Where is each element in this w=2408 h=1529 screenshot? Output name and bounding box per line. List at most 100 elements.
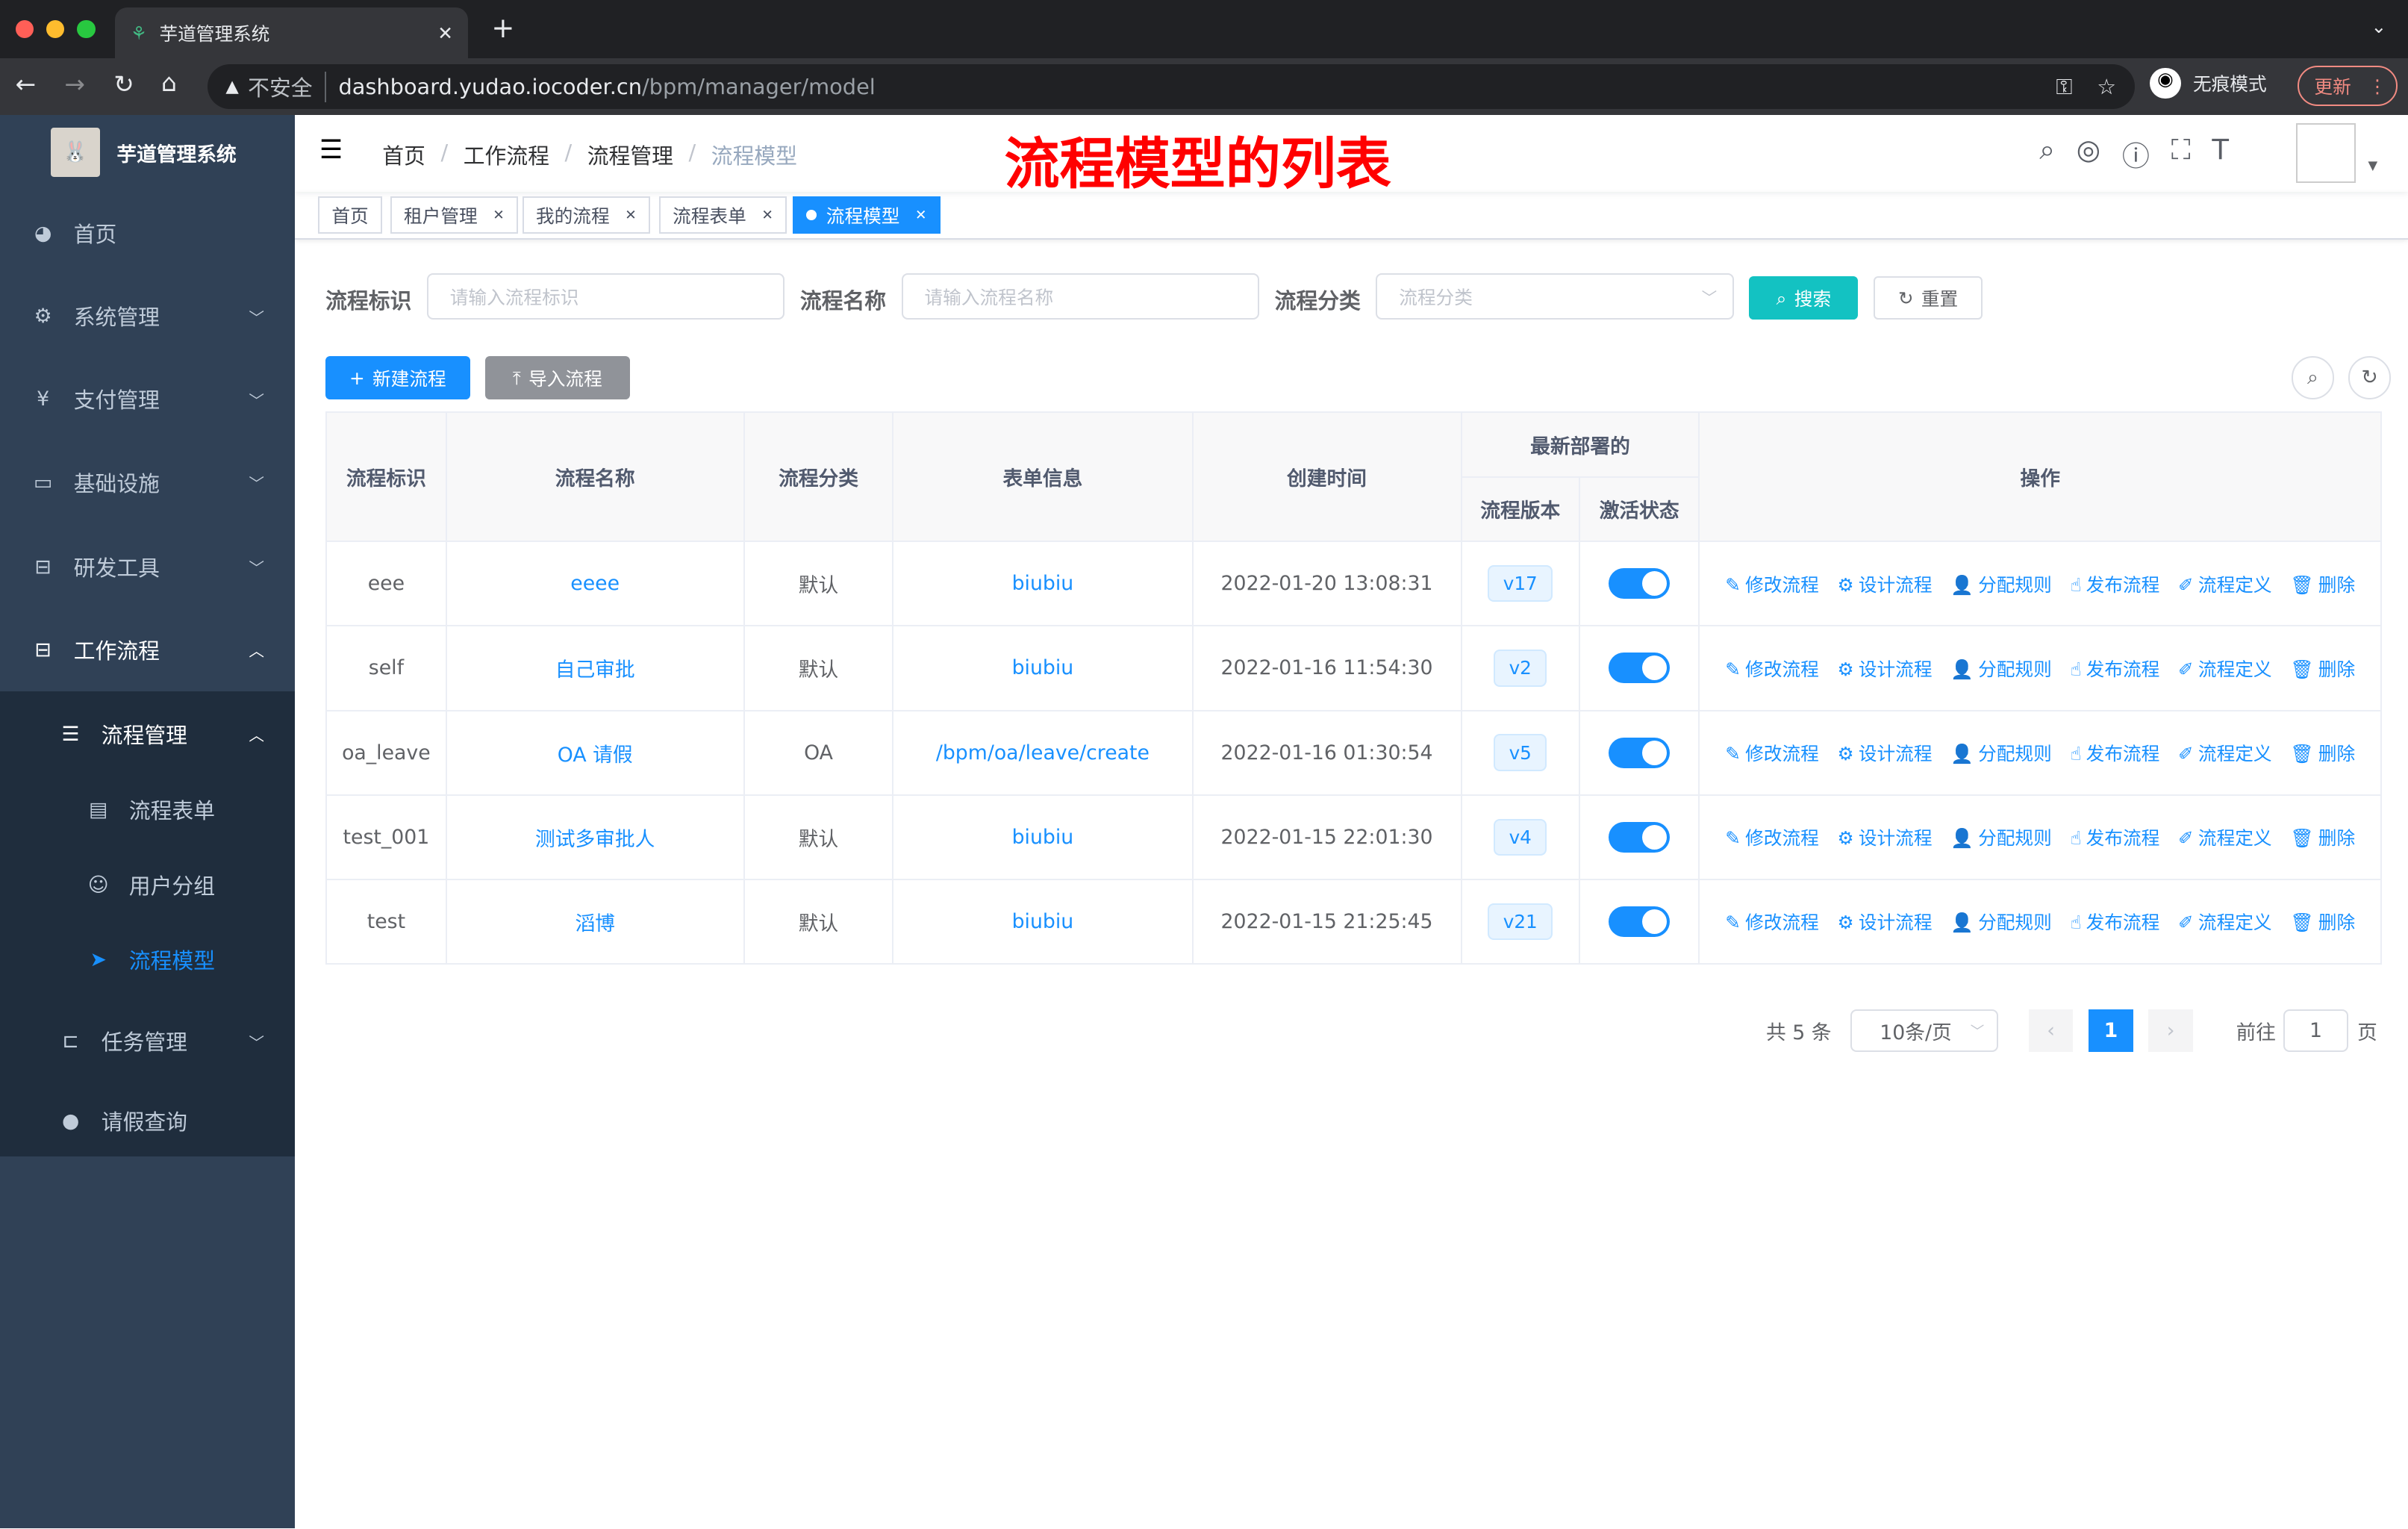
- github-icon[interactable]: ◎: [2077, 134, 2100, 174]
- sidebar-item-tool[interactable]: ⊟ 研发工具 ﹀: [0, 526, 295, 608]
- active-switch[interactable]: [1609, 653, 1671, 684]
- search-button[interactable]: ⌕ 搜索: [1749, 276, 1859, 320]
- hamburger-icon[interactable]: ☰: [319, 135, 343, 165]
- form-link[interactable]: /bpm/oa/leave/create: [936, 741, 1150, 764]
- assign-rule-button[interactable]: 👤 分配规则: [1950, 823, 2052, 850]
- close-icon[interactable]: ✕: [761, 208, 773, 223]
- search-icon[interactable]: ⌕: [2039, 134, 2055, 174]
- page-size-select[interactable]: 10条/页 ﹀: [1850, 1009, 1998, 1053]
- sidebar-item-infra[interactable]: ▭ 基础设施 ﹀: [0, 440, 295, 523]
- incognito-badge[interactable]: ◉ 无痕模式: [2150, 67, 2267, 99]
- home-icon[interactable]: ⌂: [161, 68, 177, 97]
- form-link[interactable]: biubiu: [1012, 572, 1074, 595]
- reload-icon[interactable]: ↻: [113, 69, 134, 99]
- edit-button[interactable]: ✎ 修改流程: [1725, 823, 1819, 850]
- back-icon[interactable]: ←: [16, 69, 37, 99]
- assign-rule-button[interactable]: 👤 分配规则: [1950, 908, 2052, 935]
- category-select[interactable]: 流程分类 ﹀: [1376, 273, 1734, 320]
- avatar[interactable]: [2295, 122, 2356, 183]
- design-button[interactable]: ⚙ 设计流程: [1838, 823, 1933, 850]
- sidebar-item-pay[interactable]: ¥ 支付管理 ﹀: [0, 358, 295, 440]
- import-button[interactable]: ⤒ 导入流程: [485, 356, 630, 399]
- star-icon[interactable]: ☆: [2097, 74, 2116, 99]
- sidebar-item-form[interactable]: ▤ 流程表单: [0, 773, 295, 847]
- deploy-button[interactable]: ☝ 发布流程: [2070, 570, 2159, 597]
- version-tag[interactable]: v5: [1494, 734, 1547, 771]
- design-button[interactable]: ⚙ 设计流程: [1838, 739, 1933, 766]
- search-toggle-icon[interactable]: ⌕: [2291, 356, 2335, 399]
- minimize-window-button[interactable]: [46, 19, 65, 39]
- active-switch[interactable]: [1609, 737, 1671, 768]
- tag-my-process[interactable]: 我的流程 ✕: [522, 196, 651, 234]
- design-button[interactable]: ⚙ 设计流程: [1838, 908, 1933, 935]
- sidebar-item-group[interactable]: ☺ 用户分组: [0, 848, 295, 922]
- model-name-link[interactable]: OA 请假: [558, 744, 633, 767]
- form-link[interactable]: biubiu: [1012, 656, 1074, 679]
- breadcrumb-item[interactable]: 流程管理: [587, 140, 673, 170]
- definition-button[interactable]: ✐ 流程定义: [2178, 655, 2272, 682]
- fullscreen-icon[interactable]: ⛶: [2171, 134, 2191, 174]
- close-icon[interactable]: ✕: [493, 208, 505, 223]
- edit-button[interactable]: ✎ 修改流程: [1725, 908, 1819, 935]
- goto-input[interactable]: 1: [2283, 1009, 2348, 1053]
- new-tab-icon[interactable]: +: [491, 12, 514, 44]
- reset-button[interactable]: ↻ 重置: [1874, 276, 1983, 320]
- deploy-button[interactable]: ☝ 发布流程: [2070, 908, 2159, 935]
- prev-page-button[interactable]: ‹: [2028, 1009, 2074, 1053]
- deploy-button[interactable]: ☝ 发布流程: [2070, 823, 2159, 850]
- sidebar-item-leave[interactable]: ● 请假查询: [0, 1080, 295, 1162]
- create-button[interactable]: + 新建流程: [325, 356, 470, 399]
- tag-model[interactable]: 流程模型 ✕: [792, 196, 941, 234]
- sidebar-item-system[interactable]: ⚙ 系统管理 ﹀: [0, 275, 295, 358]
- breadcrumb-item[interactable]: 首页: [382, 140, 425, 170]
- definition-button[interactable]: ✐ 流程定义: [2178, 823, 2272, 850]
- help-icon[interactable]: ⓘ: [2122, 134, 2150, 174]
- close-icon[interactable]: ✕: [915, 208, 927, 223]
- tag-home[interactable]: 首页: [317, 196, 383, 234]
- close-window-button[interactable]: [15, 19, 34, 39]
- close-tab-icon[interactable]: ✕: [437, 22, 453, 44]
- version-tag[interactable]: v4: [1494, 818, 1547, 856]
- page-1-button[interactable]: 1: [2089, 1009, 2133, 1053]
- breadcrumb-item[interactable]: 工作流程: [464, 140, 549, 170]
- model-name-link[interactable]: 自己审批: [555, 658, 635, 682]
- delete-button[interactable]: 🗑 删除: [2290, 823, 2355, 850]
- deploy-button[interactable]: ☝ 发布流程: [2070, 739, 2159, 766]
- sidebar-item-bpm[interactable]: ⊟ 工作流程 ︿: [0, 608, 295, 691]
- tag-tenant[interactable]: 租户管理 ✕: [390, 196, 519, 234]
- tab-list-chevron-icon[interactable]: ⌄: [2371, 16, 2387, 37]
- design-button[interactable]: ⚙ 设计流程: [1838, 570, 1933, 597]
- key-icon[interactable]: ⚿: [2056, 74, 2072, 100]
- version-tag[interactable]: v17: [1488, 565, 1553, 602]
- delete-button[interactable]: 🗑 删除: [2290, 908, 2355, 935]
- version-tag[interactable]: v21: [1488, 903, 1553, 941]
- edit-button[interactable]: ✎ 修改流程: [1725, 655, 1819, 682]
- definition-button[interactable]: ✐ 流程定义: [2178, 739, 2272, 766]
- definition-button[interactable]: ✐ 流程定义: [2178, 908, 2272, 935]
- active-switch[interactable]: [1609, 821, 1671, 853]
- sidebar-item-home[interactable]: ◕ 首页: [0, 192, 295, 275]
- next-page-button[interactable]: ›: [2148, 1009, 2193, 1053]
- forward-icon[interactable]: →: [64, 69, 85, 99]
- design-button[interactable]: ⚙ 设计流程: [1838, 655, 1933, 682]
- close-icon[interactable]: ✕: [625, 208, 637, 223]
- version-tag[interactable]: v2: [1494, 650, 1547, 687]
- name-input[interactable]: 请输入流程名称: [901, 273, 1260, 320]
- update-button[interactable]: 更新 ⋮: [2297, 66, 2398, 106]
- delete-button[interactable]: 🗑 删除: [2290, 570, 2355, 597]
- caret-down-icon[interactable]: ▼: [2368, 158, 2378, 172]
- tag-form[interactable]: 流程表单 ✕: [658, 196, 787, 234]
- form-link[interactable]: biubiu: [1012, 826, 1074, 849]
- delete-button[interactable]: 🗑 删除: [2290, 739, 2355, 766]
- edit-button[interactable]: ✎ 修改流程: [1725, 570, 1819, 597]
- delete-button[interactable]: 🗑 删除: [2290, 655, 2355, 682]
- deploy-button[interactable]: ☝ 发布流程: [2070, 655, 2159, 682]
- edit-button[interactable]: ✎ 修改流程: [1725, 739, 1819, 766]
- browser-tab[interactable]: ⚘ 芋道管理系统 ✕: [115, 7, 469, 59]
- model-name-link[interactable]: 滔博: [575, 912, 614, 935]
- assign-rule-button[interactable]: 👤 分配规则: [1950, 739, 2052, 766]
- definition-button[interactable]: ✐ 流程定义: [2178, 570, 2272, 597]
- active-switch[interactable]: [1609, 906, 1671, 937]
- sidebar-item-task[interactable]: ⊏ 任务管理 ﹀: [0, 1000, 295, 1083]
- sidebar-item-model[interactable]: ➤ 流程模型: [0, 923, 295, 997]
